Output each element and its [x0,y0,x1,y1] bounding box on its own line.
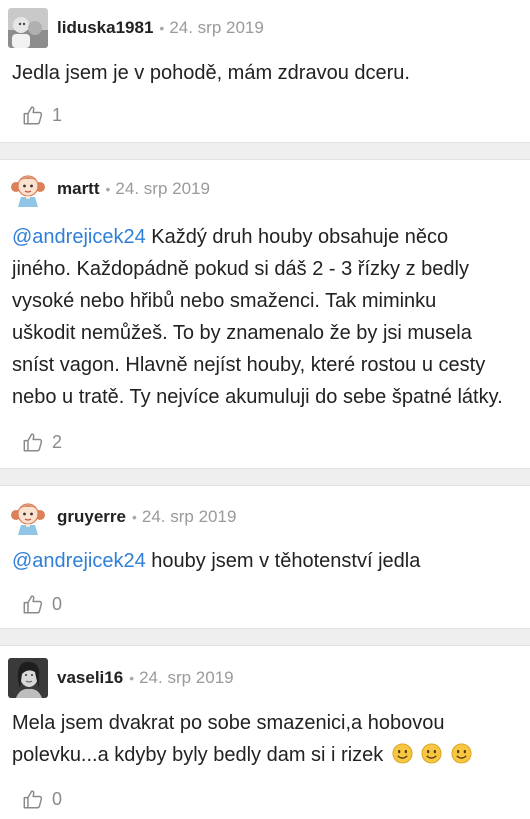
comment-body: polevku...a kdyby byly bedly dam si i ri… [12,744,384,766]
like-count: 1 [52,104,63,125]
comment-date: 24. srp 2019 [115,179,210,198]
comment-header: liduska1981 • 24. srp 2019 [8,8,264,48]
comment-body-line: uškodit nemůžeš. To by znamenalo že by j… [12,322,472,344]
user-avatar[interactable] [8,8,48,48]
comment-body-line: nebo u tratě. Ty nejvíce akumuluji do se… [12,386,503,408]
comment-text: Jedla jsem je v pohodě, mám zdravou dcer… [12,57,524,89]
comment-body-line: polevku...a kdyby byly bedly dam si i ri… [12,739,524,771]
comment-divider [0,628,530,646]
thumbs-up-icon [23,595,43,614]
user-avatar[interactable] [8,497,48,537]
comment-header: martt • 24. srp 2019 [8,169,210,209]
like-button[interactable]: 0 [22,592,62,616]
comment-text: @andrejicek24 Každý druh houby obsahuje … [12,221,524,413]
meta-separator: • [131,509,137,525]
username[interactable]: vaseli16 [57,668,123,688]
comment: vaseli16 • 24. srp 2019 Mela jsem dvakra… [0,646,530,819]
meta-separator: • [129,670,135,686]
comment-divider [0,468,530,486]
meta-separator: • [159,20,165,36]
comment-body-line: Mela jsem dvakrat po sobe smazenici,a ho… [12,712,445,734]
comment-date: 24. srp 2019 [139,668,234,687]
comment-body-line: jiného. Každopádně pokud si dáš 2 - 3 ří… [12,258,469,280]
comment-body-line: vysoké nebo hřibů nebo smaženci. Tak mim… [12,290,437,312]
comment-body-line: sníst vagon. Hlavně nejíst houby, které … [12,354,486,376]
like-button[interactable]: 0 [22,787,62,811]
like-count: 0 [52,788,63,809]
photo-avatar-icon [8,658,48,698]
cartoon-girl-avatar-icon [8,497,48,537]
username[interactable]: martt [57,179,100,199]
comment-body: Jedla jsem je v pohodě, mám zdravou dcer… [12,62,410,84]
comment-header: vaseli16 • 24. srp 2019 [8,658,234,698]
like-count: 2 [52,431,63,452]
comment-body: Každý druh houby obsahuje něco [145,226,449,248]
comment-text: Mela jsem dvakrat po sobe smazenici,a ho… [12,707,524,771]
thumbs-up-icon [23,433,43,452]
thumbs-up-icon [23,790,43,809]
comment: gruyerre • 24. srp 2019 @andrejicek24 ho… [0,486,530,628]
smiley-face-icon [392,743,413,764]
comment-body: houby jsem v těhotenství jedla [145,550,421,572]
username[interactable]: liduska1981 [57,18,153,38]
comment-text: @andrejicek24 houby jsem v těhotenství j… [12,545,524,577]
smiley-face-icon [421,743,442,764]
thumbs-up-icon [23,106,43,125]
comment-date: 24. srp 2019 [141,507,237,526]
username[interactable]: gruyerre [57,507,126,527]
user-mention-link[interactable]: @andrejicek24 [12,550,146,572]
like-button[interactable]: 1 [22,103,62,127]
user-mention-link[interactable]: @andrejicek24 [12,226,146,248]
comment-divider [0,142,530,160]
photo-avatar-icon [8,8,48,48]
comment: martt • 24. srp 2019 @andrejicek24 Každý… [0,160,530,468]
like-count: 0 [52,593,63,614]
user-avatar[interactable] [8,658,48,698]
comment-header: gruyerre • 24. srp 2019 [8,497,236,537]
comment-date: 24. srp 2019 [169,18,264,37]
meta-separator: • [105,181,111,197]
smiley-face-icon [451,743,472,764]
comment: liduska1981 • 24. srp 2019 Jedla jsem je… [0,0,530,142]
user-avatar[interactable] [8,169,48,209]
cartoon-girl-avatar-icon [8,169,48,209]
like-button[interactable]: 2 [22,430,62,454]
